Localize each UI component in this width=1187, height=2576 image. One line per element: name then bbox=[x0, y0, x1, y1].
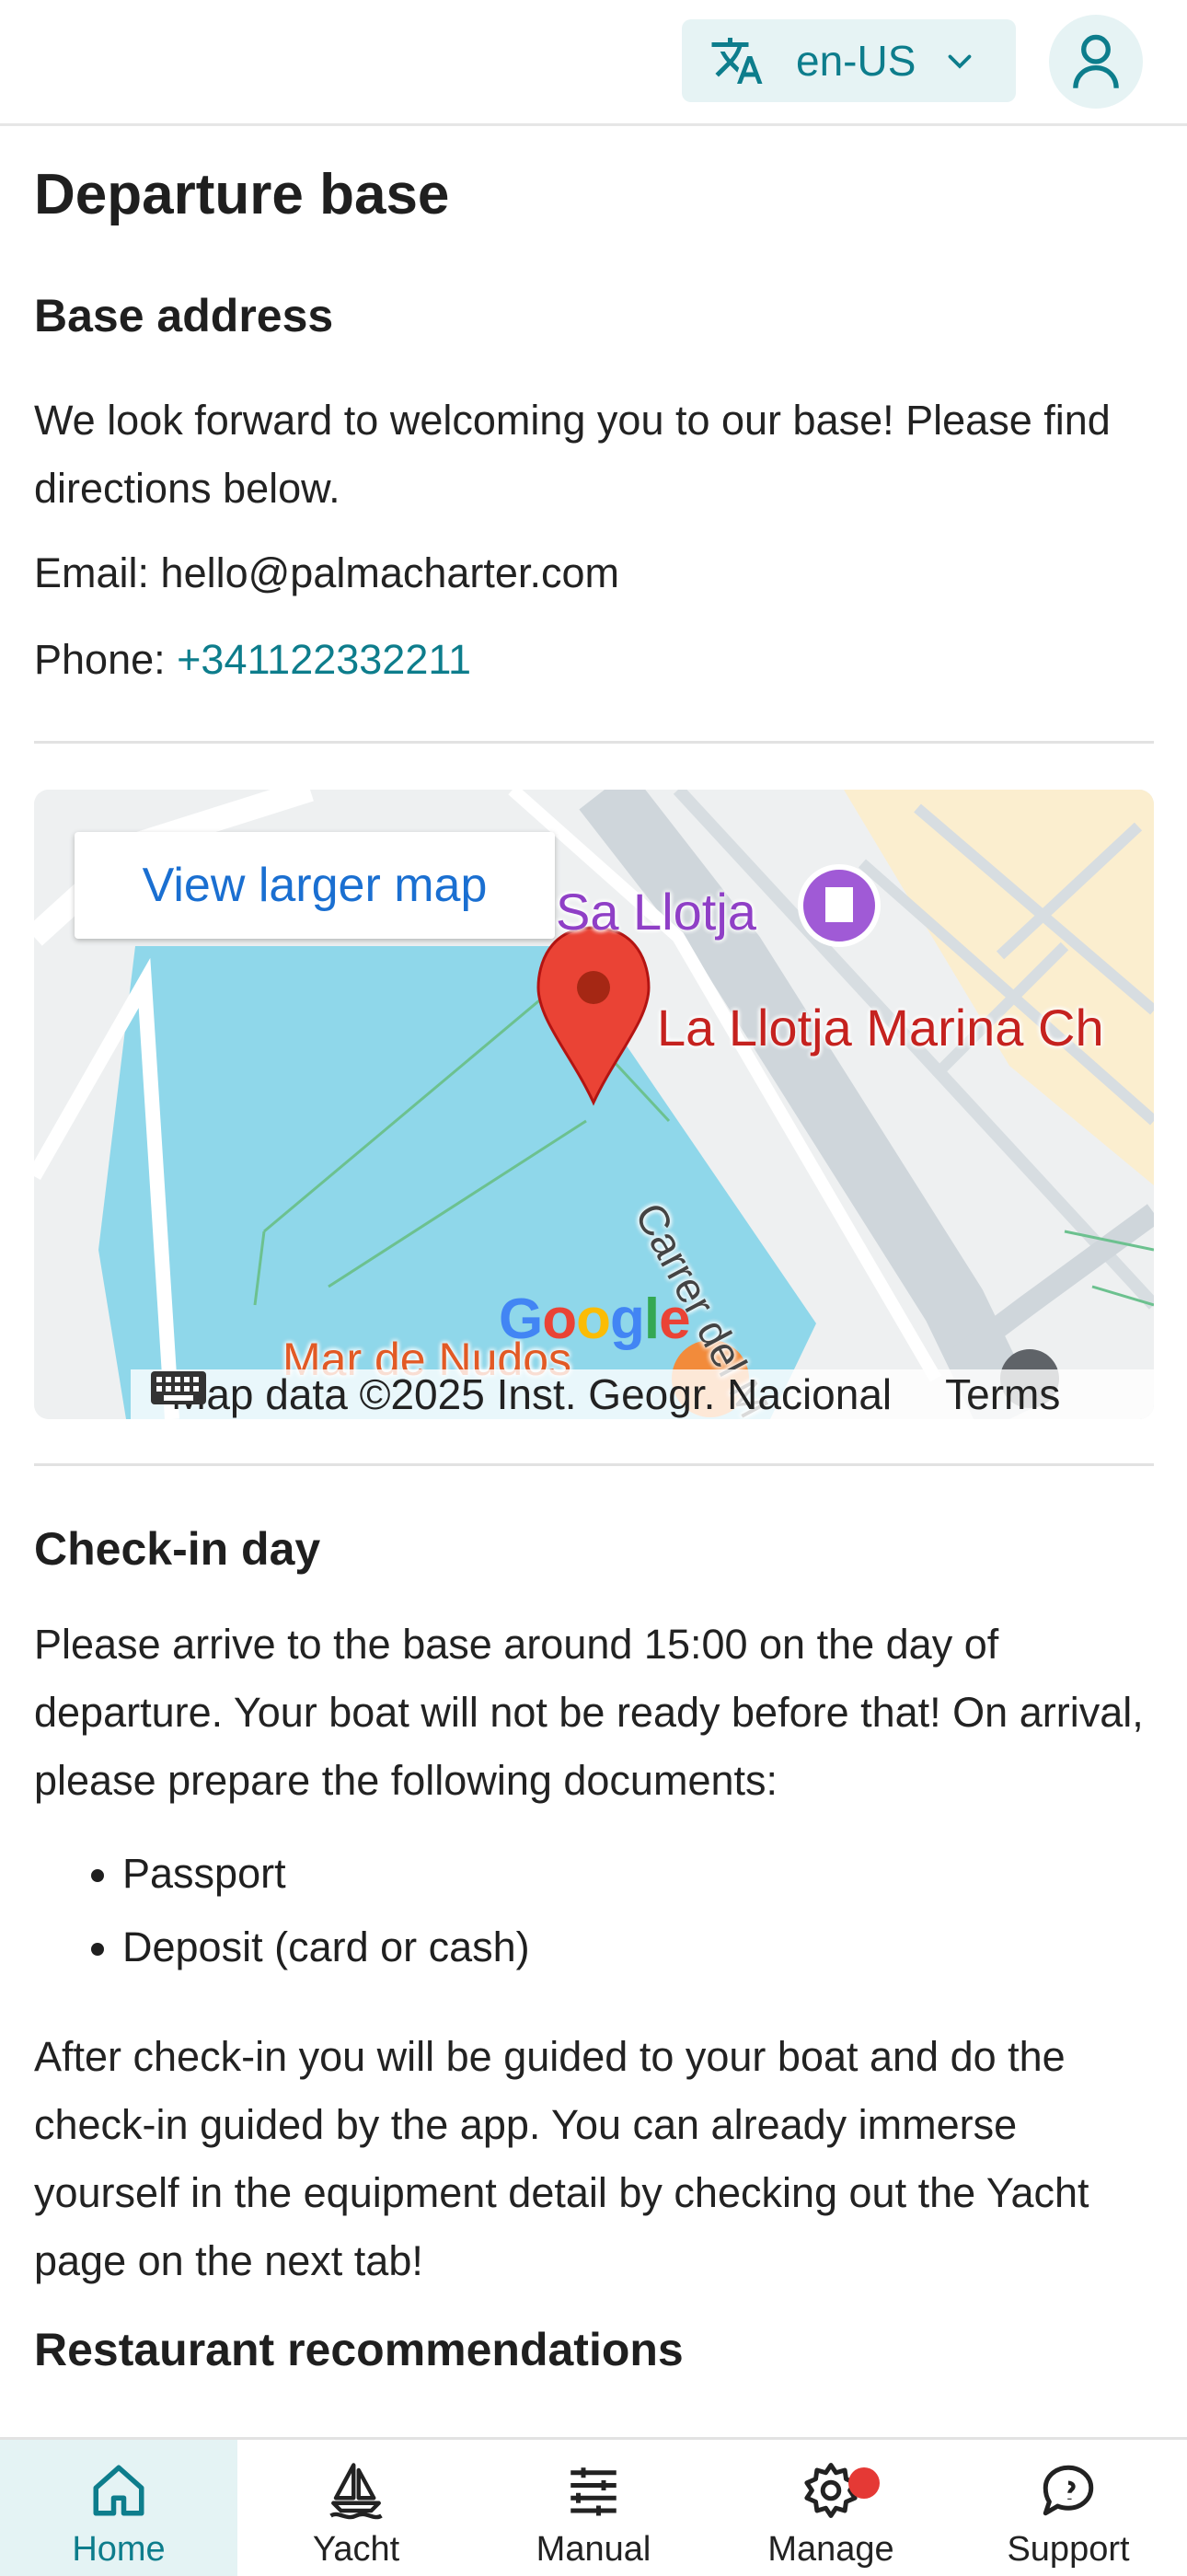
google-logo: Google bbox=[499, 1288, 691, 1351]
view-larger-map-button[interactable]: View larger map bbox=[75, 832, 555, 939]
manual-icon bbox=[570, 2467, 617, 2516]
chevron-down-icon bbox=[949, 54, 972, 69]
email-value: hello@palmacharter.com bbox=[160, 549, 619, 596]
restaurant-recommendations-heading: Restaurant recommendations bbox=[34, 2324, 684, 2375]
page-title: Departure base bbox=[34, 163, 450, 226]
keyboard-icon[interactable] bbox=[149, 1369, 208, 1406]
language-selector[interactable]: en-US bbox=[682, 19, 1016, 102]
email-label: Email: bbox=[34, 549, 150, 596]
top-bar: en-US bbox=[0, 0, 1187, 126]
bottom-navigation: Home Yacht Manual Manage Support bbox=[0, 2437, 1187, 2576]
phone-line: Phone: +341122332211 bbox=[34, 626, 471, 694]
nav-label: Yacht bbox=[312, 2530, 400, 2569]
check-in-text: Please arrive to the base around 15:00 o… bbox=[34, 1621, 1144, 1804]
map-poi-label[interactable]: Sa Llotja bbox=[556, 882, 756, 941]
nav-support[interactable]: Support bbox=[950, 2440, 1187, 2576]
embedded-map[interactable]: View larger map Sa Llotja La Llotja Mari… bbox=[34, 790, 1154, 1419]
email-line: Email: hello@palmacharter.com bbox=[34, 539, 619, 607]
nav-manage[interactable]: Manage bbox=[712, 2440, 950, 2576]
nav-yacht[interactable]: Yacht bbox=[237, 2440, 475, 2576]
chat-icon bbox=[1043, 2465, 1094, 2516]
list-item: Passport bbox=[122, 1837, 530, 1911]
nav-label: Support bbox=[1007, 2530, 1130, 2569]
map-terms-link[interactable]: Terms bbox=[945, 1369, 1060, 1419]
base-address-heading: Base address bbox=[34, 290, 334, 341]
nav-manual[interactable]: Manual bbox=[475, 2440, 712, 2576]
translate-icon bbox=[711, 38, 763, 84]
phone-link[interactable]: +341122332211 bbox=[177, 636, 471, 683]
map-attribution-bar: Map data ©2025 Inst. Geogr. Nacional Ter… bbox=[131, 1369, 1154, 1419]
divider bbox=[34, 741, 1154, 744]
after-check-in-text: After check-in you will be guided to you… bbox=[34, 2033, 1089, 2284]
documents-list: Passport Deposit (card or cash) bbox=[34, 1837, 530, 1984]
nav-label: Manual bbox=[536, 2530, 651, 2569]
base-address-intro: We look forward to welcoming you to our … bbox=[34, 397, 1111, 512]
language-code: en-US bbox=[796, 37, 916, 85]
sailboat-icon bbox=[329, 2463, 383, 2520]
nav-label: Home bbox=[72, 2530, 166, 2569]
divider bbox=[34, 1463, 1154, 1466]
nav-label: Manage bbox=[767, 2530, 894, 2569]
nav-home[interactable]: Home bbox=[0, 2440, 237, 2576]
check-in-heading: Check-in day bbox=[34, 1523, 321, 1575]
user-icon bbox=[1073, 34, 1119, 88]
home-icon bbox=[93, 2465, 144, 2516]
map-data-text: Map data ©2025 Inst. Geogr. Nacional bbox=[171, 1370, 893, 1418]
user-profile-button[interactable] bbox=[1049, 15, 1143, 109]
map-destination-label[interactable]: La Llotja Marina Ch bbox=[657, 998, 1104, 1057]
list-item: Deposit (card or cash) bbox=[122, 1911, 530, 1984]
notification-badge bbox=[848, 2467, 880, 2499]
phone-label: Phone: bbox=[34, 636, 166, 683]
